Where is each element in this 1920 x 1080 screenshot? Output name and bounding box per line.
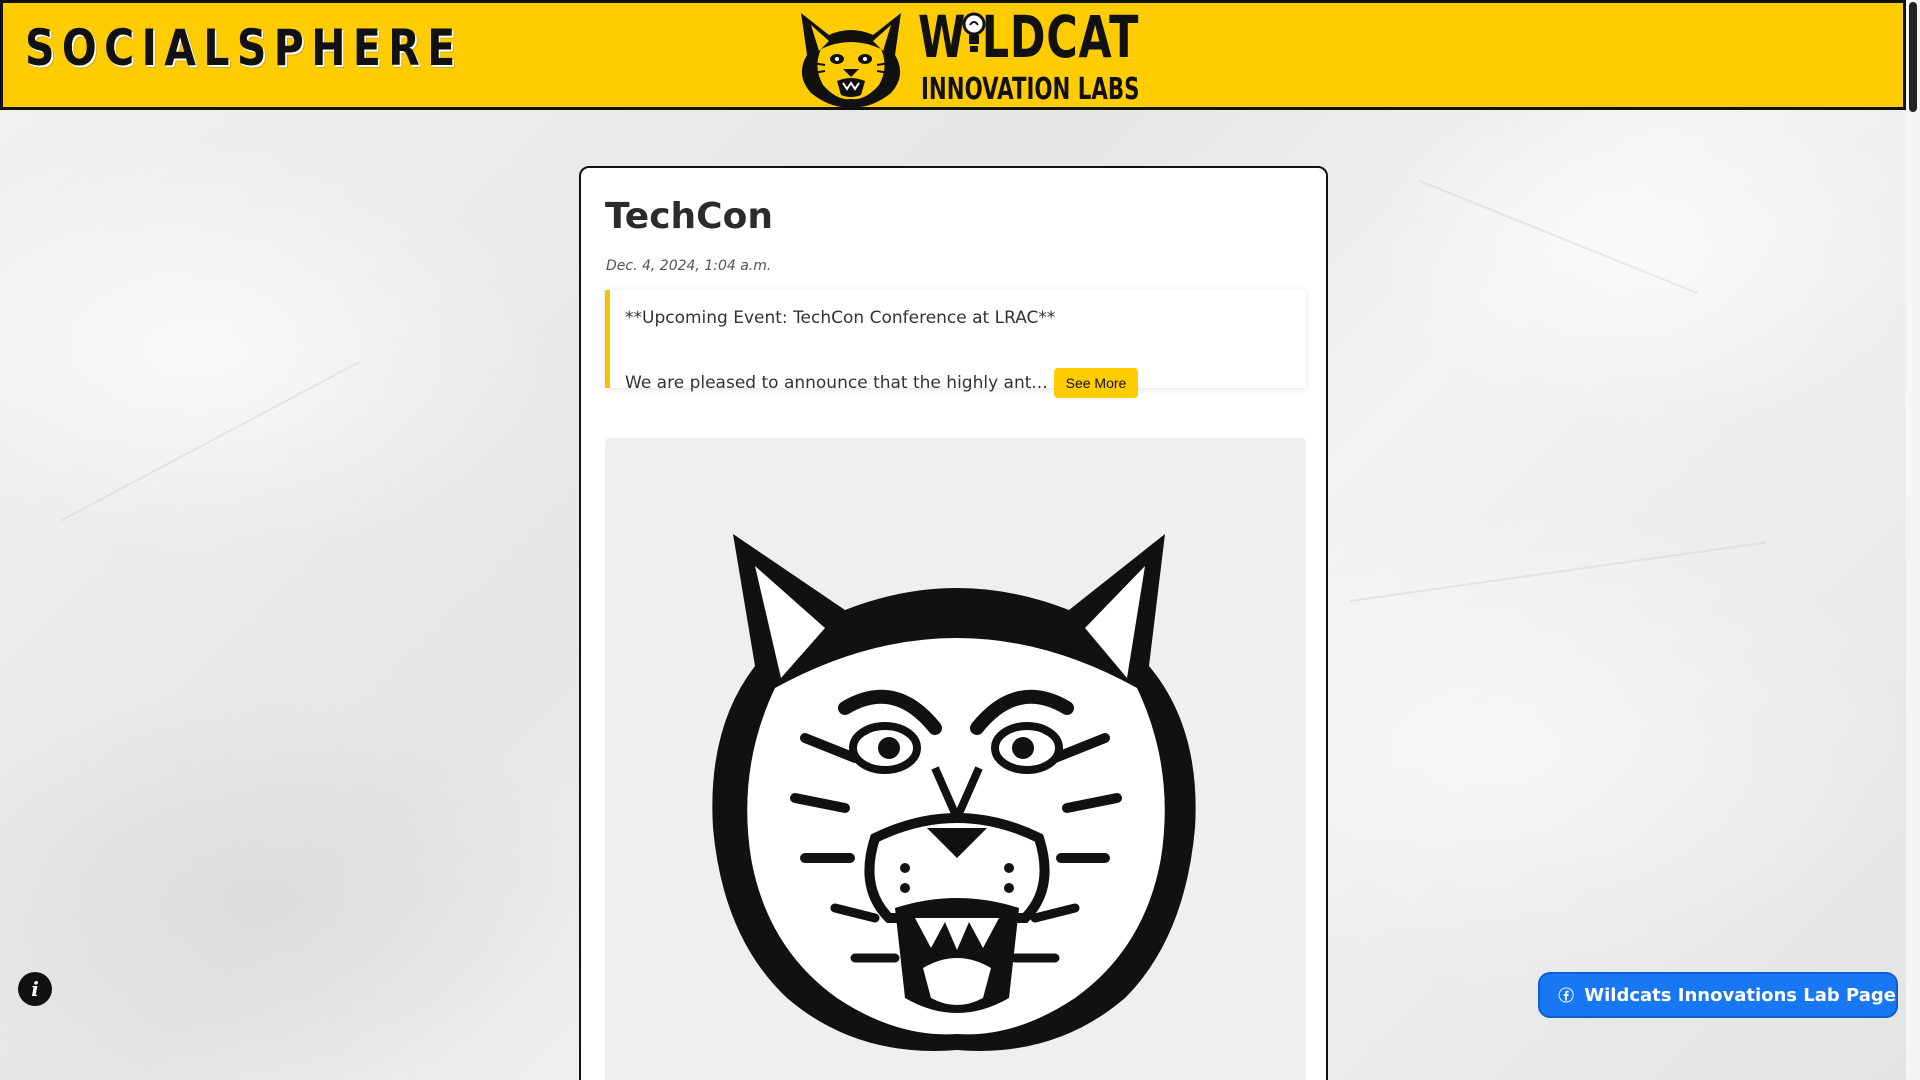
site-header: SOCIALSPHERE W LDCAT INNOVATION LABS xyxy=(0,0,1906,110)
scrollbar-thumb[interactable] xyxy=(1909,2,1917,112)
site-brand[interactable]: SOCIALSPHERE xyxy=(25,19,463,77)
facebook-icon xyxy=(1558,987,1574,1003)
logo-title: W LDCAT xyxy=(918,7,1139,67)
wildcat-logo-icon xyxy=(801,13,901,108)
facebook-page-button[interactable]: Wildcats Innovations Lab Page xyxy=(1538,972,1898,1018)
background-texture xyxy=(60,360,362,522)
lightbulb-icon xyxy=(962,12,986,52)
logo-subtitle: INNOVATION LABS xyxy=(921,72,1140,107)
facebook-button-label: Wildcats Innovations Lab Page xyxy=(1584,984,1896,1006)
see-more-button[interactable]: See More xyxy=(1053,368,1139,398)
post-headline: **Upcoming Event: TechCon Conference at … xyxy=(625,308,1056,328)
page-scrollbar[interactable] xyxy=(1906,0,1920,1080)
post-date: Dec. 4, 2024, 1:04 a.m. xyxy=(606,258,772,274)
post-excerpt: We are pleased to announce that the high… xyxy=(625,373,1048,393)
background-texture xyxy=(1350,541,1767,602)
logo-title-text: W LDCAT xyxy=(918,3,1140,71)
info-button[interactable]: i xyxy=(18,972,52,1006)
post-excerpt-row: We are pleased to announce that the high… xyxy=(625,368,1139,398)
post-image[interactable] xyxy=(605,438,1306,1080)
post-title: TechCon xyxy=(605,196,773,237)
wildcat-mascot-icon xyxy=(712,534,1196,1051)
post-card: TechCon Dec. 4, 2024, 1:04 a.m. **Upcomi… xyxy=(579,166,1328,1080)
post-content-box: **Upcoming Event: TechCon Conference at … xyxy=(605,290,1306,398)
info-icon: i xyxy=(31,977,39,1001)
wildcat-innovation-labs-logo[interactable]: W LDCAT INNOVATION LABS xyxy=(791,5,1139,109)
background-texture xyxy=(1419,180,1699,295)
